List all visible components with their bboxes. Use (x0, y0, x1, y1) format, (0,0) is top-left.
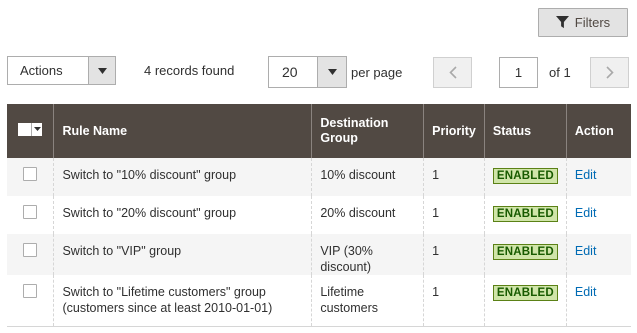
edit-link[interactable]: Edit (575, 206, 597, 220)
filters-button[interactable]: Filters (538, 8, 628, 37)
row-checkbox-cell (7, 275, 54, 327)
priority-cell: 1 (423, 234, 485, 275)
action-cell: Edit (565, 275, 631, 327)
actions-dropdown[interactable]: Actions (7, 56, 116, 85)
edit-link[interactable]: Edit (575, 168, 597, 182)
mass-select-header (7, 104, 54, 158)
row-checkbox-cell (7, 196, 54, 234)
row-checkbox-cell (7, 158, 54, 196)
table-row: Switch to "10% discount" group 10% disco… (7, 158, 631, 196)
row-checkbox[interactable] (23, 167, 38, 181)
rule-name-cell: Switch to "20% discount" group (53, 196, 312, 234)
row-checkbox-cell (7, 234, 54, 275)
table-row: Switch to "Lifetime customers" group (cu… (7, 275, 631, 327)
next-page-button[interactable] (590, 57, 629, 88)
caret-down-icon (317, 57, 346, 87)
destination-group-cell: 20% discount (311, 196, 424, 234)
mass-select-dropdown[interactable] (18, 122, 43, 136)
rules-grid: Rule Name Destination Group Priority Sta… (7, 104, 631, 327)
rule-name-cell: Switch to "Lifetime customers" group (cu… (53, 275, 312, 327)
destination-group-cell: Lifetime customers (311, 275, 424, 327)
records-found: 4 records found (144, 63, 235, 78)
edit-link[interactable]: Edit (575, 244, 597, 258)
column-header-action: Action (565, 104, 631, 158)
rule-name-cell: Switch to "10% discount" group (53, 158, 312, 196)
status-badge: ENABLED (492, 244, 558, 260)
status-cell: ENABLED (483, 275, 567, 327)
per-page-label: per page (351, 65, 403, 80)
action-cell: Edit (565, 234, 631, 275)
chevron-right-icon (605, 66, 614, 79)
action-cell: Edit (565, 158, 631, 196)
caret-down-icon (88, 57, 115, 84)
column-header-status[interactable]: Status (483, 104, 567, 158)
destination-group-cell: 10% discount (311, 158, 424, 196)
table-row: Switch to "20% discount" group 20% disco… (7, 196, 631, 234)
page-count: of 1 (549, 65, 571, 80)
destination-group-cell: VIP (30% discount) (311, 234, 424, 275)
row-checkbox[interactable] (23, 243, 38, 257)
status-cell: ENABLED (483, 196, 567, 234)
action-cell: Edit (565, 196, 631, 234)
column-header-destination-group[interactable]: Destination Group (311, 104, 424, 158)
actions-label: Actions (20, 63, 63, 78)
caret-down-icon (32, 122, 43, 136)
status-badge: ENABLED (492, 285, 558, 301)
row-checkbox[interactable] (23, 205, 38, 219)
priority-cell: 1 (423, 275, 485, 327)
column-header-priority[interactable]: Priority (423, 104, 485, 158)
status-badge: ENABLED (492, 168, 558, 184)
status-cell: ENABLED (483, 158, 567, 196)
priority-cell: 1 (423, 158, 485, 196)
page-number-input[interactable]: 1 (499, 57, 538, 88)
column-header-rule-name[interactable]: Rule Name (53, 104, 312, 158)
per-page-select[interactable]: 20 (268, 56, 347, 88)
status-cell: ENABLED (483, 234, 567, 275)
priority-cell: 1 (423, 196, 485, 234)
per-page-value: 20 (282, 64, 298, 80)
table-row: Switch to "VIP" group VIP (30% discount)… (7, 234, 631, 275)
filters-label: Filters (574, 15, 611, 30)
funnel-icon (555, 16, 569, 29)
edit-link[interactable]: Edit (575, 285, 597, 299)
previous-page-button[interactable] (433, 57, 472, 88)
rule-name-cell: Switch to "VIP" group (53, 234, 312, 275)
grid-header-row: Rule Name Destination Group Priority Sta… (7, 104, 631, 158)
chevron-left-icon (448, 66, 457, 79)
status-badge: ENABLED (492, 206, 558, 222)
row-checkbox[interactable] (23, 284, 38, 298)
